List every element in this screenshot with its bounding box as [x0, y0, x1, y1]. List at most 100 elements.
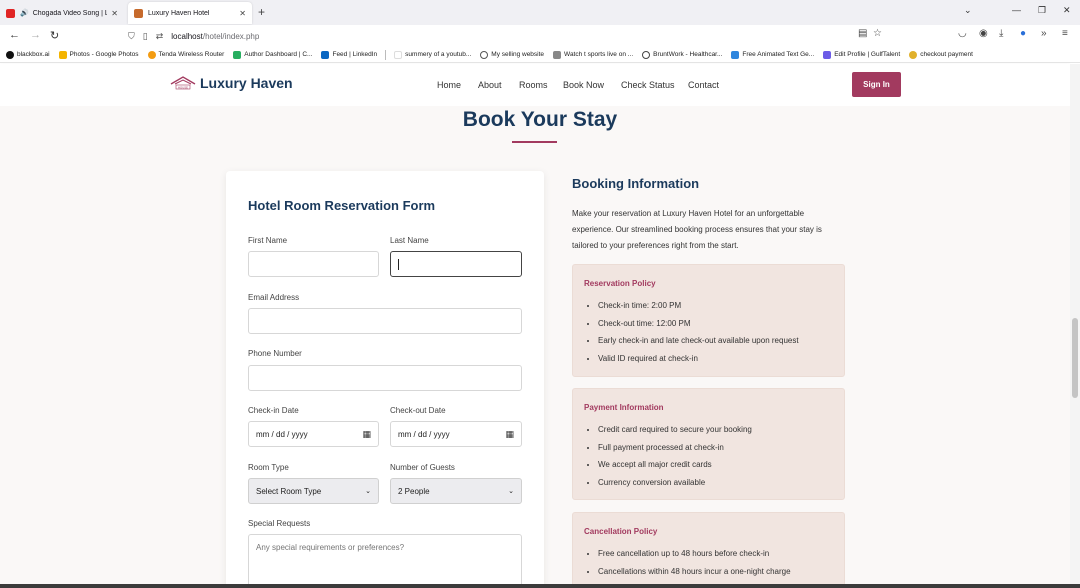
- close-window-icon[interactable]: ✕: [1063, 5, 1071, 16]
- policy-title: Payment Information: [584, 403, 664, 412]
- policy-item: Valid ID required at check-in: [598, 350, 799, 368]
- policy-list: Check-in time: 2:00 PM Check-out time: 1…: [598, 297, 799, 367]
- brand[interactable]: HOUSE Luxury Haven: [170, 75, 293, 91]
- linkedin-icon: [321, 50, 330, 59]
- cancellation-policy-card: Cancellation Policy Free cancellation up…: [572, 512, 845, 588]
- minimize-icon[interactable]: —: [1012, 5, 1021, 15]
- bookmark[interactable]: summery of a youtub...: [394, 50, 471, 59]
- email-input[interactable]: [248, 308, 522, 334]
- form-title: Hotel Room Reservation Form: [248, 198, 436, 213]
- browser-tab-active[interactable]: Luxury Haven Hotel ✕: [128, 2, 252, 24]
- nav-home[interactable]: Home: [437, 80, 461, 90]
- checkout-date-input[interactable]: mm / dd / yyyy ▦: [390, 421, 522, 447]
- hotel-favicon-icon: [134, 8, 143, 18]
- bookmark[interactable]: Feed | LinkedIn: [321, 50, 377, 59]
- policy-item: Credit card required to secure your book…: [598, 421, 752, 439]
- bookmark-favicon-icon: [58, 50, 67, 59]
- bookmark-label: Free Animated Text Ge...: [742, 51, 815, 58]
- menu-icon[interactable]: ≡: [1062, 28, 1068, 39]
- calendar-icon[interactable]: ▦: [362, 429, 371, 440]
- bookmark-star-icon[interactable]: ☆: [873, 28, 882, 39]
- bookmark[interactable]: BruntWork - Healthcar...: [642, 50, 722, 59]
- checkin-date-input[interactable]: mm / dd / yyyy ▦: [248, 421, 379, 447]
- scrollbar-thumb[interactable]: [1072, 318, 1078, 398]
- close-tab-icon[interactable]: ✕: [111, 9, 118, 18]
- brand-name: Luxury Haven: [200, 75, 293, 91]
- bookmark-favicon-icon: [233, 50, 242, 59]
- policy-item: Check-in time: 2:00 PM: [598, 297, 799, 315]
- chevron-down-icon: ⌄: [508, 488, 514, 495]
- calendar-icon[interactable]: ▦: [505, 429, 514, 440]
- bookmark-favicon-icon: [394, 50, 403, 59]
- bookmark[interactable]: Watch t sports live on ...: [553, 50, 633, 59]
- bookmark-favicon-icon: [823, 50, 832, 59]
- sign-in-button[interactable]: Sign In: [852, 72, 901, 97]
- bookmark[interactable]: Tenda Wireless Router: [147, 50, 224, 59]
- close-tab-icon[interactable]: ✕: [239, 9, 246, 18]
- forward-icon[interactable]: →: [30, 29, 41, 41]
- bookmark-separator: [385, 49, 387, 60]
- bookmark-label: Photos - Google Photos: [69, 51, 139, 58]
- tab-title: Chogada Video Song | Lov: [32, 9, 108, 17]
- room-type-select[interactable]: Select Room Type ⌄: [248, 478, 379, 504]
- extension-icon[interactable]: ●: [1020, 28, 1026, 39]
- url-path: /hotel/index.php: [202, 31, 260, 41]
- bookmark[interactable]: Author Dashboard | C...: [233, 50, 312, 59]
- text-cursor: [398, 258, 399, 270]
- policy-item: We accept all major credit cards: [598, 456, 752, 474]
- bookmark-label: Edit Profile | GulfTalent: [834, 51, 901, 58]
- account-icon[interactable]: ◉: [979, 28, 988, 39]
- downloads-icon[interactable]: ⤓: [999, 28, 1003, 39]
- bookmark[interactable]: Edit Profile | GulfTalent: [823, 50, 901, 59]
- restore-icon[interactable]: ❐: [1038, 5, 1046, 16]
- first-name-label: First Name: [248, 236, 288, 245]
- reader-view-icon[interactable]: ▤: [858, 28, 867, 39]
- new-tab-button[interactable]: +: [258, 5, 265, 19]
- bookmark[interactable]: Free Animated Text Ge...: [731, 50, 815, 59]
- policy-item: Cancellations within 48 hours incur a on…: [598, 563, 791, 581]
- bookmark[interactable]: blackbox.ai: [6, 50, 50, 59]
- url-host: localhost: [171, 31, 203, 41]
- reload-icon[interactable]: ↻: [50, 29, 59, 42]
- page-scrollbar[interactable]: [1070, 64, 1080, 588]
- bookmark-favicon-icon: [6, 50, 14, 59]
- globe-icon: [642, 50, 651, 59]
- guests-select[interactable]: 2 People ⌄: [390, 478, 522, 504]
- nav-book-now[interactable]: Book Now: [563, 80, 604, 90]
- special-requests-label: Special Requests: [248, 519, 311, 528]
- address-bar[interactable]: ⛉ ▯ ⇄ localhost/hotel/index.php: [128, 27, 888, 45]
- nav-rooms[interactable]: Rooms: [519, 80, 548, 90]
- tab-list-icon[interactable]: ⌄: [964, 5, 972, 16]
- bookmark[interactable]: Photos - Google Photos: [58, 50, 139, 59]
- checkin-label: Check-in Date: [248, 406, 299, 415]
- guests-label: Number of Guests: [390, 463, 455, 472]
- bookmark-label: blackbox.ai: [17, 51, 50, 58]
- last-name-label: Last Name: [390, 236, 429, 245]
- back-icon[interactable]: ←: [9, 29, 20, 41]
- more-tools-icon[interactable]: »: [1041, 28, 1047, 39]
- first-name-input[interactable]: [248, 251, 379, 277]
- pocket-icon[interactable]: ◡: [958, 28, 967, 39]
- bookmark-favicon-icon: [909, 50, 918, 59]
- policy-list: Free cancellation up to 48 hours before …: [598, 545, 791, 588]
- browser-toolbar: ← → ↻ ⛉ ▯ ⇄ localhost/hotel/index.php ▤ …: [0, 25, 1080, 47]
- bookmark-label: My selling website: [491, 51, 545, 58]
- last-name-input[interactable]: [390, 251, 522, 277]
- taskbar-edge: [0, 584, 1080, 588]
- phone-input[interactable]: [248, 365, 522, 391]
- special-requests-textarea[interactable]: Any special requirements or preferences?: [248, 534, 522, 588]
- bookmark[interactable]: My selling website: [480, 50, 545, 59]
- page-icon: ▯: [142, 30, 148, 41]
- chevron-down-icon: ⌄: [365, 488, 371, 495]
- browser-tab[interactable]: 🔊 Chogada Video Song | Lov ✕: [0, 2, 124, 24]
- nav-contact[interactable]: Contact: [688, 80, 719, 90]
- bookmark[interactable]: checkout payment: [909, 50, 973, 59]
- policy-item: Check-out time: 12:00 PM: [598, 315, 799, 333]
- nav-about[interactable]: About: [478, 80, 502, 90]
- policy-list: Credit card required to secure your book…: [598, 421, 752, 491]
- nav-check-status[interactable]: Check Status: [621, 80, 675, 90]
- permissions-icon: ⇄: [155, 30, 164, 41]
- room-type-label: Room Type: [248, 463, 289, 472]
- globe-icon: [480, 50, 489, 59]
- booking-info-title: Booking Information: [572, 176, 700, 191]
